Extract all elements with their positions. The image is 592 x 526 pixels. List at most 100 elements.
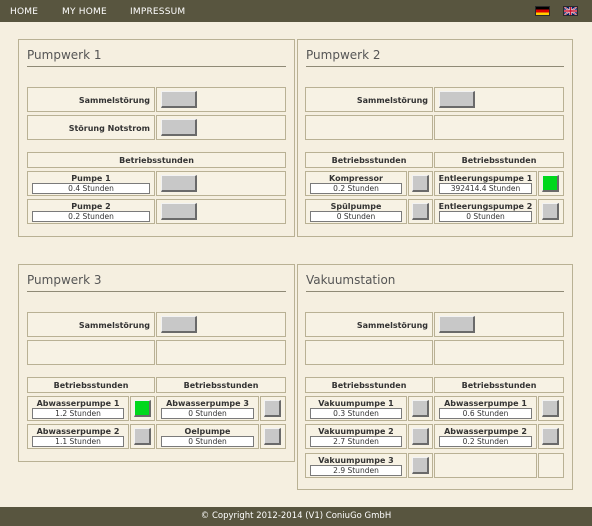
panel-vakuumstation: Vakuumstation Sammelstörung Betriebsstun…: [297, 264, 573, 490]
spuelpumpe-status-button[interactable]: [412, 203, 429, 220]
panel-title: Vakuumstation: [306, 273, 564, 292]
entleerungspumpe-2-label: Entleerungspumpe 2: [438, 202, 533, 211]
kompressor-hours-field: 0.2 Stunden: [310, 183, 402, 194]
empty-cell: [305, 340, 433, 365]
entleerungspumpe-1-status-button[interactable]: [542, 175, 559, 192]
sammelstoerung-label: Sammelstörung: [78, 96, 150, 105]
pumpe-2-label: Pumpe 2: [71, 202, 111, 211]
abwasserpumpe-1-status-button[interactable]: [134, 400, 151, 417]
oelpumpe-cell: Oelpumpe 0 Stunden: [156, 424, 259, 449]
oelpumpe-hours-field: 0 Stunden: [161, 436, 254, 447]
panel-title: Pumpwerk 2: [306, 48, 564, 67]
abwasserpumpe-3-status-cell: [260, 396, 286, 421]
abwasserpumpe-2-status-cell: [130, 424, 155, 449]
spuelpumpe-cell: Spülpumpe 0 Stunden: [305, 199, 407, 224]
sammelstoerung-label: Sammelstörung: [78, 321, 150, 330]
entleerungspumpe-1-label: Entleerungspumpe 1: [438, 174, 533, 183]
oelpumpe-label: Oelpumpe: [184, 427, 231, 436]
sammelstoerung-status-cell: [156, 312, 286, 337]
entleerungspumpe-2-status-button[interactable]: [542, 203, 559, 220]
row-sammelstoerung: Sammelstörung: [305, 87, 433, 112]
row-stoerung-notstrom: Störung Notstrom: [27, 115, 155, 140]
empty-cell: [434, 115, 564, 140]
abwasserpumpe-1-hours-field: 1.2 Stunden: [32, 408, 124, 419]
footer: © Copyright 2012-2014 (V1) ConiuGo GmbH: [0, 507, 592, 526]
stoerung-notstrom-status-cell: [156, 115, 286, 140]
sammelstoerung-status-button[interactable]: [439, 316, 475, 333]
empty-cell: [434, 453, 537, 478]
vakuumpumpe-1-status-button[interactable]: [412, 400, 429, 417]
sammelstoerung-label: Sammelstörung: [356, 321, 428, 330]
sammelstoerung-status-cell: [156, 87, 286, 112]
kompressor-status-button[interactable]: [412, 175, 429, 192]
kompressor-label: Kompressor: [329, 174, 383, 183]
abwasserpumpe-1-label: Abwasserpumpe 1: [444, 399, 527, 408]
row-sammelstoerung: Sammelstörung: [305, 312, 433, 337]
nav-my-home-link[interactable]: MY HOME: [62, 7, 107, 17]
sammelstoerung-status-button[interactable]: [161, 91, 197, 108]
panel-pumpwerk-1: Pumpwerk 1 Sammelstörung Störung Notstro…: [18, 39, 295, 237]
abwasserpumpe-3-cell: Abwasserpumpe 3 0 Stunden: [156, 396, 259, 421]
abwasserpumpe-2-hours-field: 0.2 Stunden: [439, 436, 532, 447]
kompressor-status-cell: [408, 171, 433, 196]
stoerung-notstrom-status-button[interactable]: [161, 119, 197, 136]
abwasserpumpe-2-cell: Abwasserpumpe 2 1.1 Stunden: [27, 424, 129, 449]
vakuumpumpe-3-hours-field: 2.9 Stunden: [310, 465, 402, 476]
abwasserpumpe-1-status-button[interactable]: [542, 400, 559, 417]
oelpumpe-status-cell: [260, 424, 286, 449]
panel-pumpwerk-3: Pumpwerk 3 Sammelstörung Betriebsstunden…: [18, 264, 295, 462]
abwasserpumpe-2-status-button[interactable]: [542, 428, 559, 445]
betriebsstunden-header-left: Betriebsstunden: [27, 377, 155, 393]
abwasserpumpe-2-status-button[interactable]: [134, 428, 151, 445]
oelpumpe-status-button[interactable]: [264, 428, 281, 445]
abwasserpumpe-2-cell: Abwasserpumpe 2 0.2 Stunden: [434, 424, 537, 449]
pumpe-2-status-cell: [156, 199, 286, 224]
sammelstoerung-status-button[interactable]: [439, 91, 475, 108]
panel-title: Pumpwerk 3: [27, 273, 286, 292]
vakuumpumpe-1-cell: Vakuumpumpe 1 0.3 Stunden: [305, 396, 407, 421]
uk-flag-icon[interactable]: [563, 6, 578, 16]
pumpe-2-status-button[interactable]: [161, 203, 197, 220]
betriebsstunden-header-right: Betriebsstunden: [156, 377, 286, 393]
vakuumpumpe-3-label: Vakuumpumpe 3: [318, 456, 394, 465]
vakuumpumpe-1-label: Vakuumpumpe 1: [318, 399, 394, 408]
vakuumpumpe-3-status-button[interactable]: [412, 457, 429, 474]
abwasserpumpe-1-label: Abwasserpumpe 1: [36, 399, 120, 408]
entleerungspumpe-2-cell: Entleerungspumpe 2 0 Stunden: [434, 199, 537, 224]
vakuumpumpe-2-cell: Vakuumpumpe 2 2.7 Stunden: [305, 424, 407, 449]
entleerungspumpe-2-status-cell: [538, 199, 564, 224]
german-flag-icon[interactable]: [535, 6, 550, 16]
nav-impressum-link[interactable]: IMPRESSUM: [130, 7, 185, 17]
abwasserpumpe-2-status-cell: [538, 424, 564, 449]
pumpe-1-status-cell: [156, 171, 286, 196]
empty-cell: [156, 340, 286, 365]
abwasserpumpe-3-status-button[interactable]: [264, 400, 281, 417]
entleerungspumpe-1-status-cell: [538, 171, 564, 196]
vakuumpumpe-3-status-cell: [408, 453, 433, 478]
empty-cell: [434, 340, 564, 365]
kompressor-cell: Kompressor 0.2 Stunden: [305, 171, 407, 196]
vakuumpumpe-2-status-button[interactable]: [412, 428, 429, 445]
sammelstoerung-label: Sammelstörung: [356, 96, 428, 105]
spuelpumpe-status-cell: [408, 199, 433, 224]
top-navigation-bar: HOME MY HOME IMPRESSUM: [0, 0, 592, 22]
pumpe-2-cell: Pumpe 2 0.2 Stunden: [27, 199, 155, 224]
pumpe-1-cell: Pumpe 1 0.4 Stunden: [27, 171, 155, 196]
sammelstoerung-status-cell: [434, 87, 564, 112]
spuelpumpe-label: Spülpumpe: [330, 202, 382, 211]
pumpe-1-status-button[interactable]: [161, 175, 197, 192]
abwasserpumpe-3-label: Abwasserpumpe 3: [166, 399, 249, 408]
nav-home-link[interactable]: HOME: [10, 7, 38, 17]
abwasserpumpe-1-cell: Abwasserpumpe 1 0.6 Stunden: [434, 396, 537, 421]
sammelstoerung-status-button[interactable]: [161, 316, 197, 333]
betriebsstunden-header: Betriebsstunden: [27, 152, 286, 168]
pumpe-1-hours-field: 0.4 Stunden: [32, 183, 150, 194]
betriebsstunden-header-right: Betriebsstunden: [434, 377, 564, 393]
copyright-text: © Copyright 2012-2014 (V1) ConiuGo GmbH: [200, 511, 392, 521]
panel-pumpwerk-2: Pumpwerk 2 Sammelstörung Betriebsstunden…: [297, 39, 573, 237]
abwasserpumpe-2-label: Abwasserpumpe 2: [36, 427, 120, 436]
vakuumpumpe-3-cell: Vakuumpumpe 3 2.9 Stunden: [305, 453, 407, 478]
vakuumpumpe-1-hours-field: 0.3 Stunden: [310, 408, 402, 419]
spuelpumpe-hours-field: 0 Stunden: [310, 211, 402, 222]
entleerungspumpe-2-hours-field: 0 Stunden: [439, 211, 532, 222]
